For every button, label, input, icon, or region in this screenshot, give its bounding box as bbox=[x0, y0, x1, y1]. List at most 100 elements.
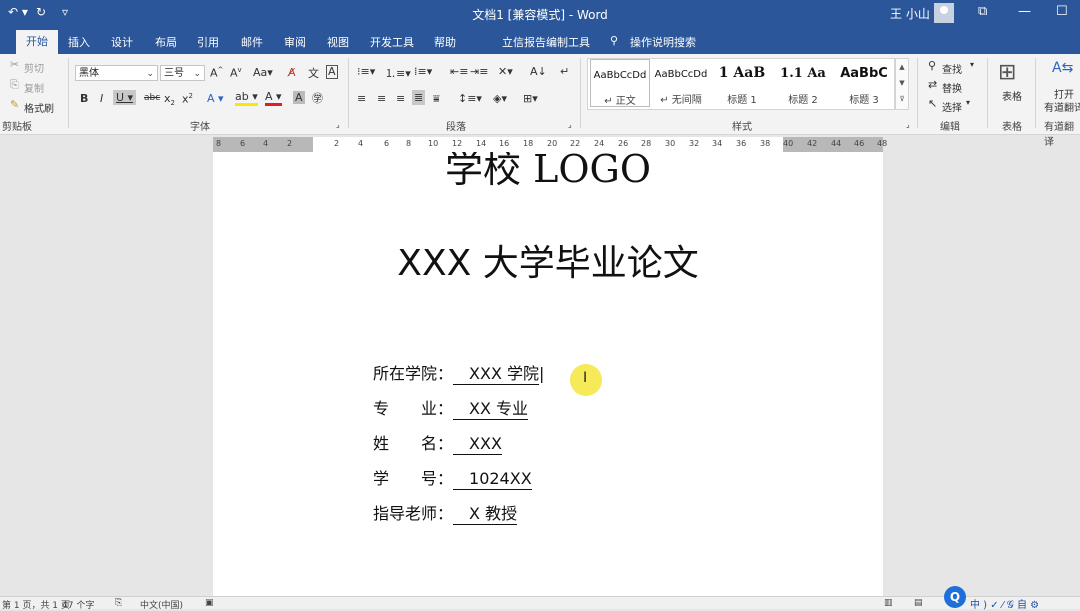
table-button[interactable]: 表格 bbox=[1002, 88, 1022, 103]
minimize-button[interactable]: — bbox=[1018, 4, 1031, 19]
tab-help[interactable]: 帮助 bbox=[434, 34, 456, 50]
italic-icon[interactable]: I bbox=[100, 92, 103, 105]
styles-scroll[interactable]: ▲ ▼ ⊽ bbox=[895, 58, 909, 110]
style-no-spacing[interactable]: AaBbCcDd ↵ 无间隔 bbox=[651, 59, 711, 107]
table-icon[interactable]: ⊞ bbox=[998, 60, 1016, 85]
tab-mailings[interactable]: 邮件 bbox=[241, 34, 263, 50]
format-painter-button[interactable]: 格式刷 bbox=[24, 100, 54, 115]
avatar[interactable] bbox=[934, 3, 954, 23]
multilevel-list-icon[interactable]: ⁞≡▾ bbox=[414, 65, 432, 78]
align-right-icon[interactable]: ≡ bbox=[396, 92, 405, 105]
decrease-indent-icon[interactable]: ⇤≡ bbox=[450, 65, 468, 78]
field-value[interactable]: XX 专业 bbox=[453, 399, 529, 420]
underline-icon[interactable]: U ▾ bbox=[113, 90, 137, 105]
tab-home[interactable]: 开始 bbox=[16, 30, 58, 54]
chevron-down-icon[interactable]: ▾ bbox=[966, 98, 970, 107]
subscript-icon[interactable]: x2 bbox=[164, 92, 175, 107]
tab-design[interactable]: 设计 bbox=[111, 34, 133, 50]
read-mode-icon[interactable]: ▥ bbox=[884, 598, 893, 608]
macro-icon[interactable]: ▣ bbox=[205, 598, 214, 608]
style-heading-1[interactable]: 1 AaB 标题 1 bbox=[712, 59, 772, 107]
replace-button[interactable]: 替换 bbox=[942, 80, 962, 95]
bullets-icon[interactable]: ⁝≡▾ bbox=[357, 65, 375, 78]
field-value[interactable]: XXX bbox=[453, 434, 502, 455]
user-name[interactable]: 王 小山 bbox=[890, 5, 930, 22]
text-effects-icon[interactable]: A ▾ bbox=[207, 92, 224, 105]
enclose-character-icon[interactable]: ㊫ bbox=[312, 90, 323, 106]
align-center-icon[interactable]: ≡ bbox=[377, 92, 386, 105]
chevron-down-icon[interactable]: ▾ bbox=[970, 60, 974, 69]
font-size-select[interactable]: 三号 ⌄ bbox=[160, 65, 205, 81]
tab-developer[interactable]: 开发工具 bbox=[370, 34, 414, 50]
distributed-icon[interactable]: ⩸ bbox=[433, 92, 440, 106]
youdao-translate-button[interactable]: 有道翻译 bbox=[1044, 99, 1080, 114]
field-name[interactable]: 姓 名： XXX bbox=[373, 430, 502, 455]
assistant-icon[interactable]: Q bbox=[944, 586, 966, 608]
more-icon[interactable]: ⊽ bbox=[896, 91, 908, 107]
style-heading-3[interactable]: AaBbC 标题 3 bbox=[834, 59, 894, 107]
character-border-icon[interactable]: A bbox=[326, 65, 338, 79]
shrink-font-icon[interactable]: Av bbox=[230, 66, 242, 80]
sort-icon[interactable]: A↓ bbox=[530, 65, 547, 78]
field-value[interactable]: XXX 学院 bbox=[453, 364, 539, 385]
find-button[interactable]: 查找 bbox=[942, 61, 962, 76]
select-button[interactable]: 选择 bbox=[942, 99, 962, 114]
dialog-launcher-icon[interactable]: ⌟ bbox=[336, 120, 340, 129]
tab-view[interactable]: 视图 bbox=[327, 34, 349, 50]
dialog-launcher-icon[interactable]: ⌟ bbox=[568, 120, 572, 129]
input-method-tray[interactable]: 中 ) ✓ ⁄ 𝒢 自 ⚙ bbox=[970, 596, 1039, 611]
tab-lixin-tool[interactable]: 立信报告编制工具 bbox=[502, 34, 590, 50]
font-color-icon[interactable]: A ▾ bbox=[265, 90, 282, 106]
dialog-launcher-icon[interactable]: ⌟ bbox=[906, 120, 910, 129]
increase-indent-icon[interactable]: ⇥≡ bbox=[470, 65, 488, 78]
align-left-icon[interactable]: ≡ bbox=[357, 92, 366, 105]
chevron-down-icon[interactable]: ▼ bbox=[896, 75, 908, 91]
field-college[interactable]: 所在学院： XXX 学院| bbox=[373, 360, 544, 385]
print-layout-icon[interactable]: ▤ bbox=[914, 598, 923, 608]
style-sample: AaBbC bbox=[840, 66, 888, 81]
ribbon-display-button[interactable]: ⧉ bbox=[978, 4, 987, 19]
borders-icon[interactable]: ⊞▾ bbox=[523, 92, 538, 105]
maximize-button[interactable]: ☐ bbox=[1056, 4, 1068, 19]
justify-icon[interactable]: ≣ bbox=[412, 90, 426, 105]
page-count[interactable]: 第 1 页，共 1 页 bbox=[2, 598, 70, 611]
field-value[interactable]: X 教授 bbox=[453, 504, 518, 525]
chevron-up-icon[interactable]: ▲ bbox=[896, 59, 908, 75]
shading-icon[interactable]: ◈▾ bbox=[493, 92, 507, 105]
character-shading-icon[interactable]: A bbox=[293, 91, 305, 104]
tell-me-search[interactable]: 操作说明搜索 bbox=[630, 34, 696, 50]
group-divider bbox=[348, 58, 349, 128]
superscript-icon[interactable]: x2 bbox=[182, 92, 193, 106]
phonetic-guide-icon[interactable]: 文 bbox=[308, 65, 319, 81]
document-page[interactable]: 学校 LOGO XXX 大学毕业论文 所在学院： XXX 学院| 专 业： XX 专… bbox=[213, 152, 883, 596]
word-count[interactable]: 47 个字 bbox=[62, 598, 94, 611]
cut-button[interactable]: 剪切 bbox=[24, 60, 44, 75]
font-family-select[interactable]: 黑体 ⌄ bbox=[75, 65, 158, 81]
proofing-icon[interactable]: ⎘ bbox=[115, 598, 122, 608]
numbering-icon[interactable]: ⒈≡▾ bbox=[385, 65, 411, 81]
tab-insert[interactable]: 插入 bbox=[68, 34, 90, 50]
ruler-tick: 40 bbox=[783, 139, 794, 148]
tab-layout[interactable]: 布局 bbox=[155, 34, 177, 50]
language[interactable]: 中文(中国) bbox=[140, 598, 183, 611]
highlight-icon[interactable]: ab ▾ bbox=[235, 90, 258, 106]
field-value[interactable]: 1024XX bbox=[453, 469, 532, 490]
horizontal-ruler[interactable]: 8 6 4 2 2 4 6 8 10 12 14 16 18 20 22 24 … bbox=[213, 137, 887, 152]
style-heading-2[interactable]: 1.1 Aa 标题 2 bbox=[773, 59, 833, 107]
field-advisor[interactable]: 指导老师： X 教授 bbox=[373, 500, 518, 525]
bold-icon[interactable]: B bbox=[80, 92, 88, 105]
copy-button[interactable]: 复制 bbox=[24, 80, 44, 95]
grow-font-icon[interactable]: A^ bbox=[210, 66, 223, 80]
chinese-layout-icon[interactable]: ✕▾ bbox=[498, 65, 513, 78]
show-marks-icon[interactable]: ↵ bbox=[560, 65, 569, 78]
translate-icon[interactable]: A⇆ bbox=[1052, 60, 1073, 76]
strikethrough-icon[interactable]: abc bbox=[144, 93, 160, 103]
tab-review[interactable]: 审阅 bbox=[284, 34, 306, 50]
field-student-id[interactable]: 学 号： 1024XX bbox=[373, 465, 532, 490]
tab-references[interactable]: 引用 bbox=[197, 34, 219, 50]
line-spacing-icon[interactable]: ↕≡▾ bbox=[458, 92, 482, 105]
field-major[interactable]: 专 业： XX 专业 bbox=[373, 395, 529, 420]
style-normal[interactable]: AaBbCcDd ↵ 正文 bbox=[590, 59, 650, 107]
change-case-icon[interactable]: Aa▾ bbox=[253, 66, 273, 79]
clear-formatting-icon[interactable]: A̸ bbox=[288, 66, 296, 79]
